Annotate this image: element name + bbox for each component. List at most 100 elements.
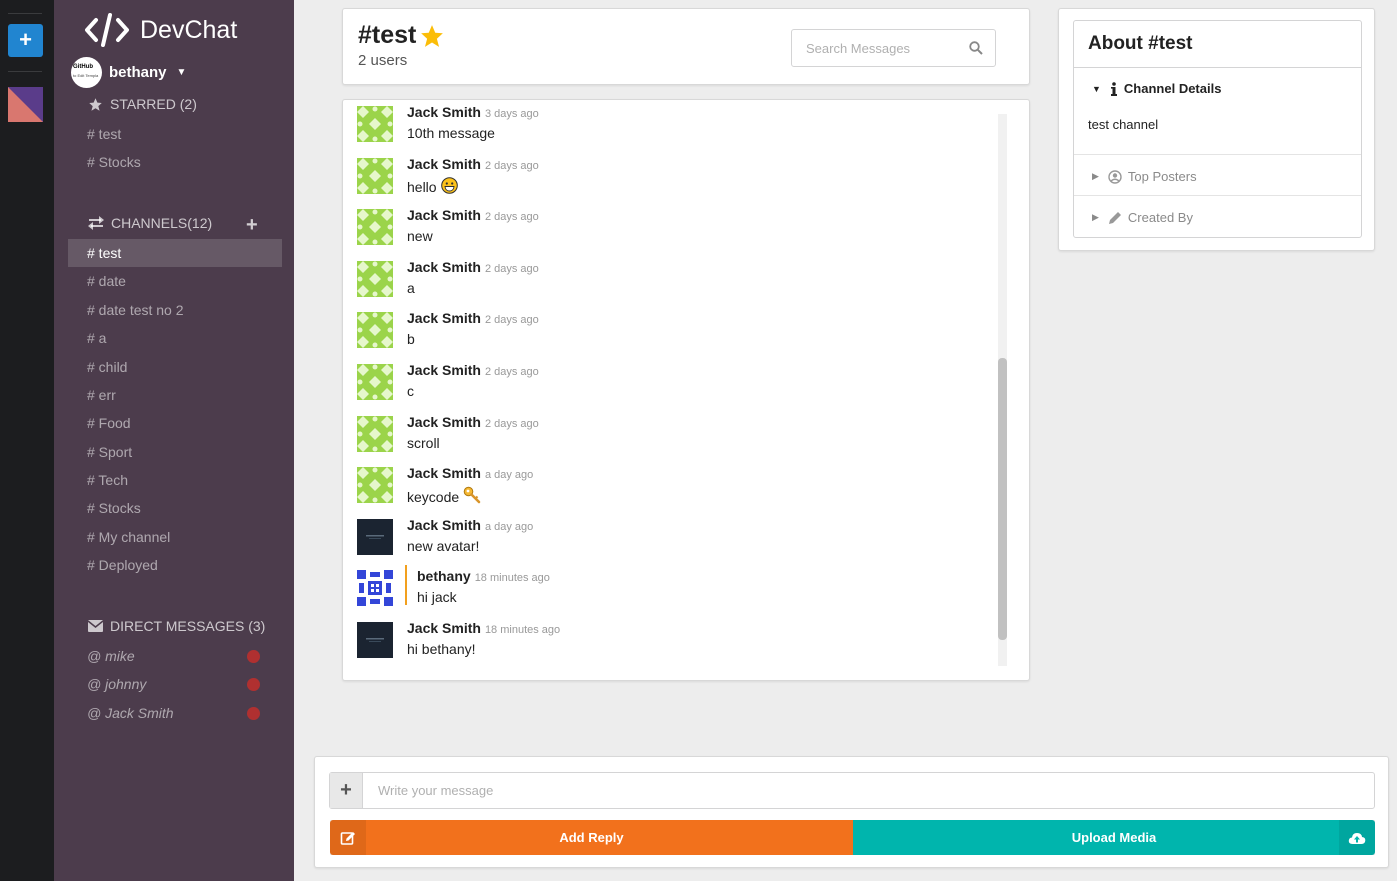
message-body: hello	[407, 176, 458, 197]
message-author: Jack Smith	[407, 104, 481, 120]
created-by-toggle[interactable]: ▶ Created By	[1092, 210, 1193, 225]
message-avatar[interactable]	[357, 209, 393, 246]
upload-media-button[interactable]: Upload Media	[853, 820, 1375, 855]
message-avatar[interactable]	[357, 312, 393, 349]
message-avatar[interactable]	[357, 157, 393, 194]
message-avatar[interactable]	[357, 467, 393, 504]
message-avatar[interactable]	[357, 364, 393, 400]
channel-item[interactable]: # Deployed	[68, 551, 282, 579]
edit-icon	[330, 820, 366, 855]
caret-down-icon: ▼	[1092, 83, 1101, 94]
message-input[interactable]	[364, 773, 1364, 808]
avatar-subtext: to Edit Templa	[73, 73, 99, 78]
channel-item[interactable]: # a	[68, 324, 282, 352]
status-indicator	[247, 707, 260, 720]
message-text: hi jack	[417, 589, 457, 606]
exchange-icon	[88, 216, 104, 230]
direct-messages-header: DIRECT MESSAGES (3)	[88, 618, 265, 634]
dm-item[interactable]: @ Jack Smith	[68, 699, 282, 727]
channel-item[interactable]: # Stocks	[68, 494, 282, 522]
starred-item-label: # test	[87, 126, 122, 142]
message-avatar[interactable]	[357, 570, 393, 607]
message-avatar[interactable]	[357, 106, 393, 142]
message-body: b	[407, 331, 415, 347]
message-body: keycode	[407, 486, 481, 507]
channel-label: # Stocks	[87, 500, 141, 516]
starred-item-label: # Stocks	[87, 154, 141, 170]
message-timestamp: 2 days ago	[484, 159, 539, 172]
star-icon[interactable]	[419, 23, 445, 49]
user-circle-icon	[1108, 169, 1122, 184]
message-timestamp: 18 minutes ago	[474, 572, 550, 585]
message-meta: Jack Smith a day ago	[407, 517, 533, 535]
search-input[interactable]	[792, 30, 952, 66]
starred-item[interactable]: # Stocks	[68, 148, 282, 176]
code-icon	[85, 13, 129, 47]
cloud-upload-icon	[1339, 820, 1375, 855]
channels-header: CHANNELS(12)	[88, 215, 212, 231]
message-body: hi bethany!	[407, 641, 476, 657]
add-channel-icon[interactable]: +	[246, 214, 258, 237]
add-color-button[interactable]: +	[8, 24, 43, 57]
search-icon[interactable]	[969, 41, 983, 55]
message-author: Jack Smith	[407, 620, 481, 636]
avatar-text: GitHub	[73, 64, 93, 70]
starred-label: STARRED (2)	[110, 96, 197, 112]
sidebar: DevChat GitHub to Edit Templa bethany ▼ …	[54, 0, 294, 881]
channel-item[interactable]: # err	[68, 381, 282, 409]
channel-item[interactable]: # child	[68, 353, 282, 381]
user-menu[interactable]: GitHub to Edit Templa bethany ▼	[71, 57, 186, 88]
starred-header: STARRED (2)	[88, 96, 197, 112]
message-meta: Jack Smith 3 days ago	[407, 104, 539, 122]
color-swatch[interactable]	[8, 87, 43, 122]
message-timestamp: 2 days ago	[484, 211, 539, 224]
top-posters-toggle[interactable]: ▶ Top Posters	[1092, 169, 1197, 184]
own-message-indicator	[405, 565, 407, 606]
message-avatar[interactable]	[357, 260, 393, 297]
user-name: bethany	[109, 64, 167, 81]
channel-item[interactable]: # date test no 2	[68, 296, 282, 324]
message-author: Jack Smith	[407, 155, 481, 172]
message-avatar[interactable]	[357, 415, 393, 452]
message-avatar[interactable]	[357, 518, 393, 555]
message-body: 10th message	[407, 125, 495, 141]
message-avatar[interactable]	[357, 622, 393, 658]
channel-label: # a	[87, 330, 107, 346]
channel-item[interactable]: # My channel	[68, 523, 282, 551]
direct-messages-label: DIRECT MESSAGES (3)	[110, 618, 266, 634]
channel-details-label: Channel Details	[1123, 81, 1222, 96]
star-icon	[89, 97, 102, 111]
channel-label: # My channel	[87, 529, 171, 545]
status-indicator	[247, 678, 260, 691]
scrollbar[interactable]	[998, 114, 1007, 666]
channel-item[interactable]: # date	[68, 267, 282, 295]
add-reply-label: Add Reply	[559, 830, 624, 845]
dm-item[interactable]: @ johnny	[68, 670, 282, 698]
channel-name: #test	[358, 21, 417, 49]
dm-label: @ mike	[87, 648, 135, 664]
channel-item[interactable]: # Food	[68, 409, 282, 437]
scrollbar-thumb[interactable]	[998, 358, 1007, 640]
channel-item[interactable]: # Tech	[68, 466, 282, 494]
channel-label: # date	[87, 273, 126, 289]
channel-label: # Food	[87, 415, 131, 431]
caret-right-icon: ▶	[1092, 171, 1099, 181]
message-body: c	[407, 383, 414, 399]
message-author: Jack Smith	[407, 310, 481, 327]
channel-item[interactable]: # Sport	[68, 438, 282, 466]
app-logo: DevChat	[84, 12, 237, 48]
upload-media-label: Upload Media	[1071, 830, 1157, 845]
add-reply-button[interactable]: Add Reply	[330, 820, 853, 855]
message-input-row: +	[329, 772, 1375, 809]
emoji-picker-button[interactable]: +	[330, 773, 363, 808]
starred-item[interactable]: # test	[68, 120, 282, 148]
channel-details-toggle[interactable]: ▼ Channel Details	[1092, 81, 1221, 96]
divider	[8, 71, 42, 72]
message-text: 10th message	[407, 125, 495, 141]
caret-right-icon: ▶	[1092, 212, 1099, 222]
channel-label: # Deployed	[87, 557, 158, 573]
color-rail: +	[0, 0, 54, 881]
message-author: Jack Smith	[407, 516, 481, 533]
channel-item[interactable]: # test	[68, 239, 282, 267]
dm-item[interactable]: @ mike	[68, 642, 282, 670]
